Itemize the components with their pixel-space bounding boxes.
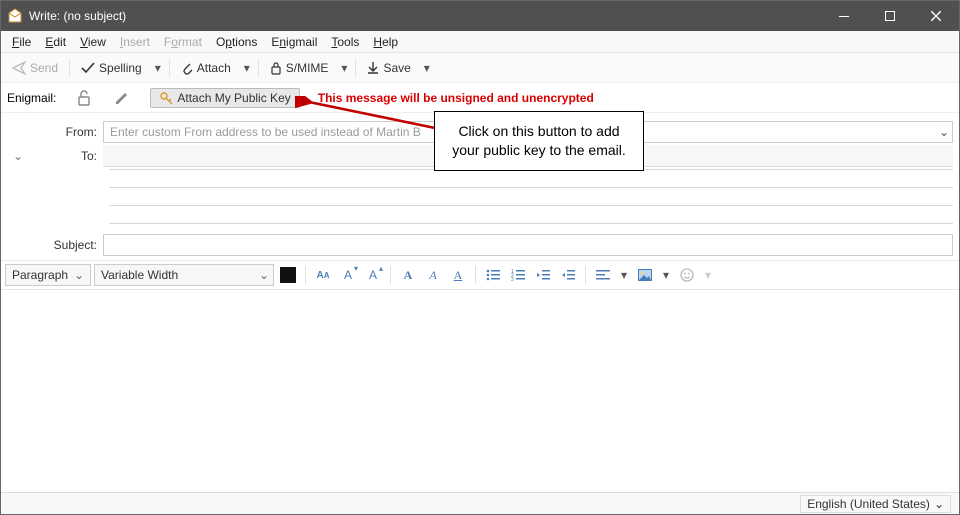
smime-dropdown[interactable]: ▾ xyxy=(337,61,351,75)
spelling-label: Spelling xyxy=(99,61,142,75)
save-label: Save xyxy=(383,61,410,75)
insert-image-button[interactable] xyxy=(634,264,656,286)
font-size-decrease-button[interactable]: A▾ xyxy=(337,264,359,286)
insert-dropdown[interactable]: ▾ xyxy=(659,268,673,282)
from-label: From: xyxy=(7,125,103,139)
unlock-icon[interactable] xyxy=(74,89,94,107)
toolbar: Send Spelling ▾ Attach ▾ S/MIME ▾ Save ▾ xyxy=(1,53,959,83)
app-icon xyxy=(7,8,23,24)
format-toolbar: Paragraph ⌄ Variable Width ⌄ AA A▾ A▴ A … xyxy=(1,260,959,290)
callout-box: Click on this button to add your public … xyxy=(434,111,644,171)
text-color-button[interactable] xyxy=(277,264,299,286)
message-body[interactable] xyxy=(1,290,959,510)
enigmail-bar: Enigmail: Attach My Public Key This mess… xyxy=(1,83,959,113)
font-size-increase-button[interactable]: A▴ xyxy=(362,264,384,286)
paperclip-icon xyxy=(181,61,193,75)
send-button[interactable]: Send xyxy=(5,58,65,78)
font-size-reset-button[interactable]: AA xyxy=(312,264,334,286)
enigmail-label: Enigmail: xyxy=(7,91,56,105)
lock-icon xyxy=(270,61,282,75)
attach-key-label: Attach My Public Key xyxy=(177,91,290,105)
menu-edit[interactable]: Edit xyxy=(38,33,73,51)
align-button[interactable] xyxy=(592,264,614,286)
spelling-dropdown[interactable]: ▾ xyxy=(151,61,165,75)
menu-enigmail[interactable]: Enigmail xyxy=(264,33,324,51)
smime-button[interactable]: S/MIME xyxy=(263,58,336,78)
color-swatch-icon xyxy=(280,267,296,283)
callout-arrow xyxy=(295,96,445,136)
attach-dropdown[interactable]: ▾ xyxy=(240,61,254,75)
address-type-dropdown[interactable]: ⌄ xyxy=(7,149,29,163)
extra-address-lines xyxy=(109,169,953,224)
menu-format[interactable]: Format xyxy=(157,33,209,51)
save-button[interactable]: Save xyxy=(360,58,417,78)
underline-button[interactable]: A xyxy=(447,264,469,286)
toolbar-separator xyxy=(258,59,259,77)
bullet-list-button[interactable] xyxy=(482,264,504,286)
spelling-button[interactable]: Spelling xyxy=(74,58,149,78)
attach-button[interactable]: Attach xyxy=(174,58,238,78)
subject-input[interactable] xyxy=(103,234,953,256)
paragraph-style-label: Paragraph xyxy=(12,268,68,282)
smime-label: S/MIME xyxy=(286,61,329,75)
statusbar: English (United States) ⌄ xyxy=(1,492,959,514)
numbered-list-button[interactable]: 123 xyxy=(507,264,529,286)
attach-public-key-button[interactable]: Attach My Public Key xyxy=(150,88,299,108)
menu-view[interactable]: View xyxy=(73,33,113,51)
paragraph-style-combo[interactable]: Paragraph ⌄ xyxy=(5,264,91,286)
close-button[interactable] xyxy=(913,1,959,31)
attach-label: Attach xyxy=(197,61,231,75)
chevron-down-icon: ⌄ xyxy=(934,497,944,511)
callout-text: Click on this button to add your public … xyxy=(452,123,626,158)
menu-tools[interactable]: Tools xyxy=(324,33,366,51)
menubar: FFile Edit View Insert Format Options En… xyxy=(1,31,959,53)
titlebar: Write: (no subject) xyxy=(1,1,959,31)
key-attach-icon xyxy=(159,91,173,105)
svg-text:3: 3 xyxy=(511,277,514,281)
pencil-icon[interactable] xyxy=(112,90,132,106)
check-icon xyxy=(81,62,95,74)
bold-button[interactable]: A xyxy=(397,264,419,286)
outdent-button[interactable] xyxy=(532,264,554,286)
send-label: Send xyxy=(30,61,58,75)
font-family-label: Variable Width xyxy=(101,268,178,282)
download-icon xyxy=(367,61,379,75)
font-family-combo[interactable]: Variable Width ⌄ xyxy=(94,264,274,286)
toolbar-separator xyxy=(169,59,170,77)
minimize-button[interactable] xyxy=(821,1,867,31)
address-line[interactable] xyxy=(109,170,953,188)
to-label: To: xyxy=(29,149,103,163)
menu-help[interactable]: Help xyxy=(366,33,405,51)
maximize-button[interactable] xyxy=(867,1,913,31)
emoji-dropdown[interactable]: ▾ xyxy=(701,268,715,282)
emoji-button[interactable] xyxy=(676,264,698,286)
chevron-down-icon[interactable]: ⌄ xyxy=(939,125,949,139)
address-line[interactable] xyxy=(109,188,953,206)
toolbar-separator xyxy=(69,59,70,77)
menu-insert[interactable]: Insert xyxy=(113,33,157,51)
send-icon xyxy=(12,61,26,75)
subject-label: Subject: xyxy=(7,238,103,252)
align-dropdown[interactable]: ▾ xyxy=(617,268,631,282)
address-line[interactable] xyxy=(109,206,953,224)
menu-file[interactable]: FFile xyxy=(5,33,38,51)
window-title: Write: (no subject) xyxy=(29,9,126,23)
menu-options[interactable]: Options xyxy=(209,33,264,51)
toolbar-separator xyxy=(355,59,356,77)
language-label: English (United States) xyxy=(807,497,930,511)
indent-button[interactable] xyxy=(557,264,579,286)
language-selector[interactable]: English (United States) ⌄ xyxy=(800,495,951,513)
save-dropdown[interactable]: ▾ xyxy=(420,61,434,75)
italic-button[interactable]: A xyxy=(422,264,444,286)
window-controls xyxy=(821,1,959,31)
